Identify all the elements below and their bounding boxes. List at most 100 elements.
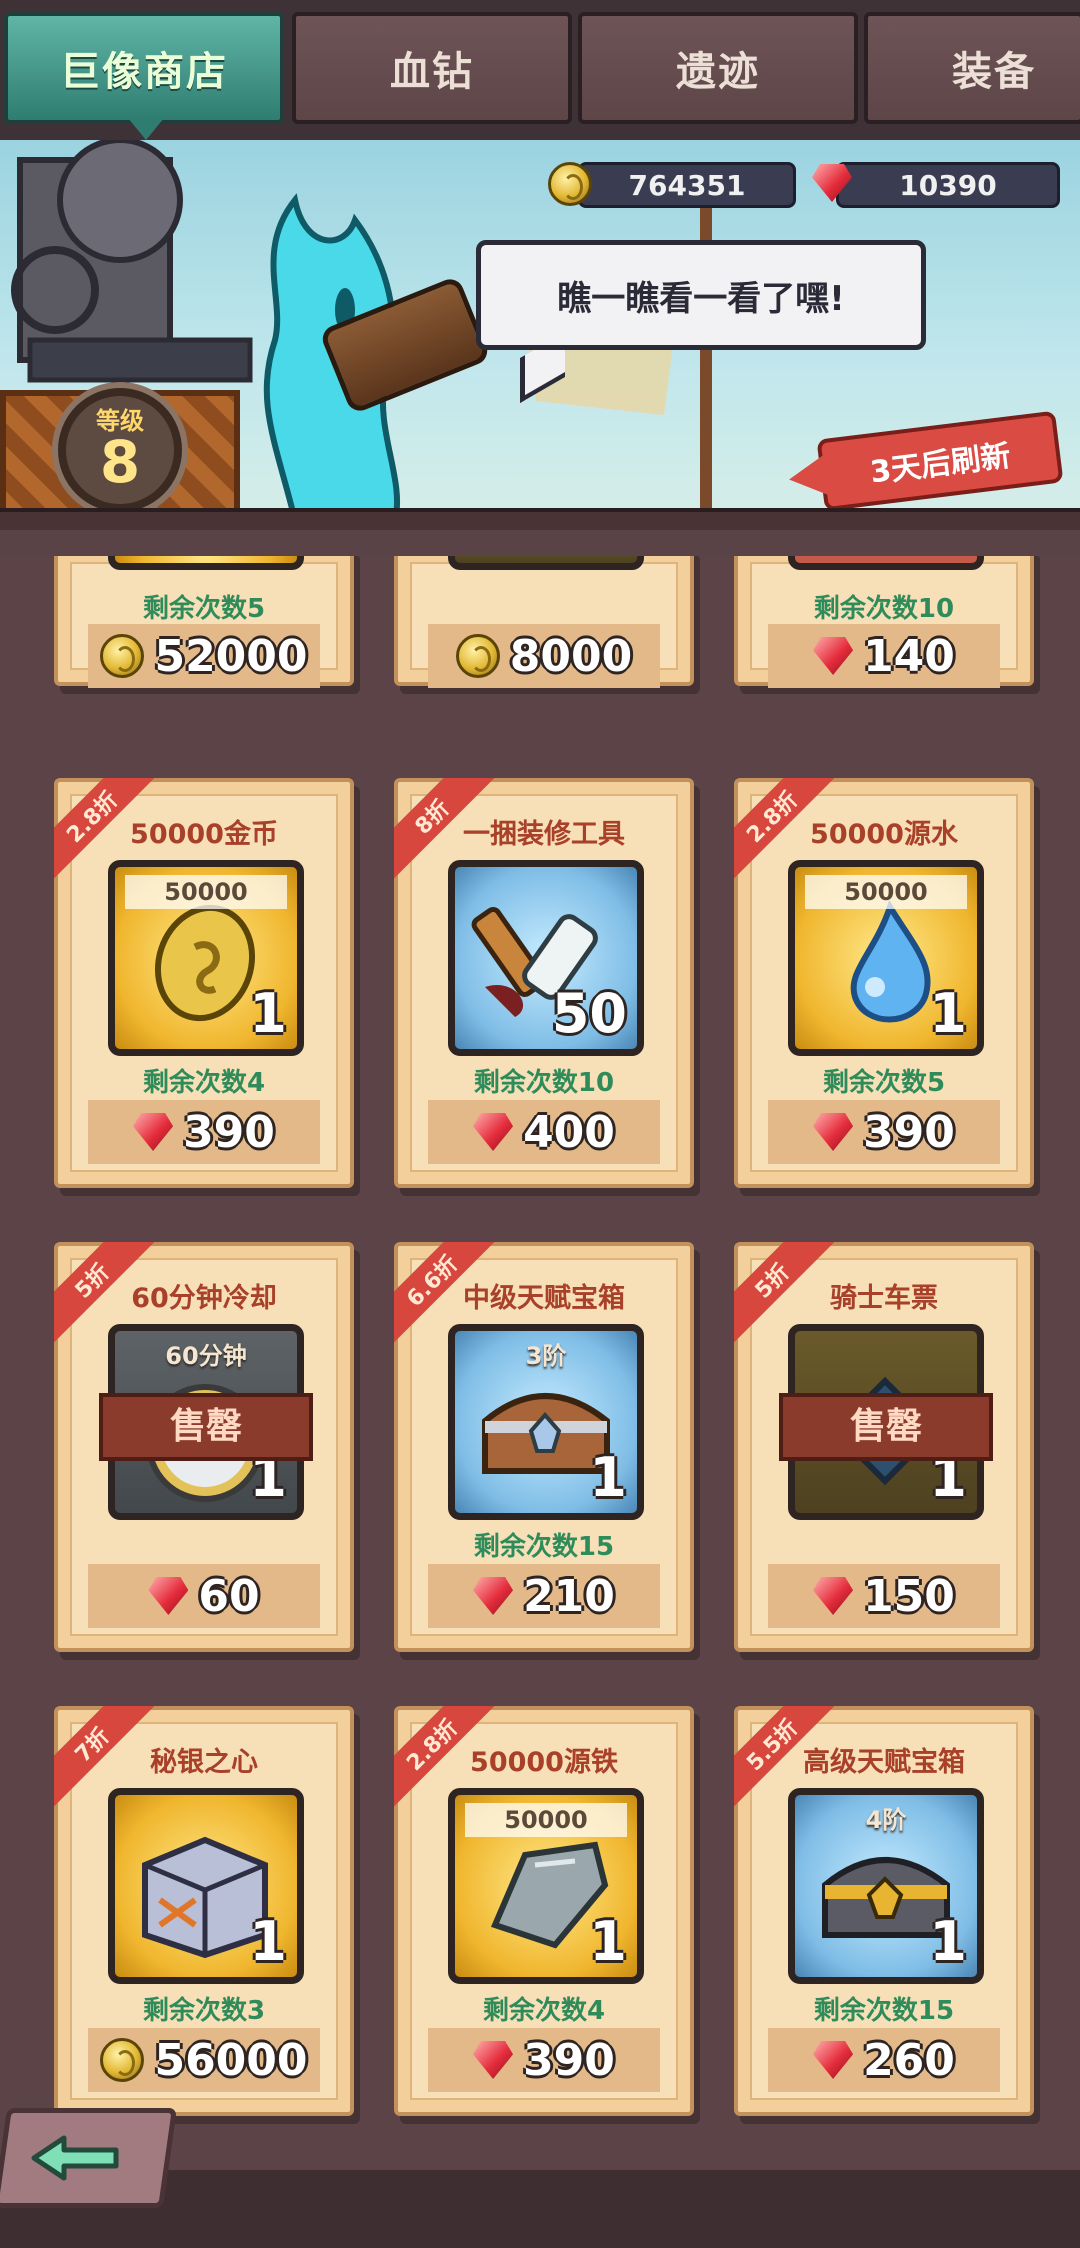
banner-divider bbox=[0, 508, 1080, 530]
tab-colossus-shop[interactable]: 巨像商店 bbox=[4, 12, 284, 124]
active-tab-pointer bbox=[128, 118, 164, 140]
item-title: 骑士车票 bbox=[830, 1283, 938, 1314]
level-badge: 等级 8 bbox=[58, 388, 182, 512]
merchant-speech-bubble: 瞧一瞧看一看了嘿! bbox=[476, 240, 926, 350]
red-gem-icon bbox=[473, 1577, 513, 1615]
item-quantity: 1 bbox=[589, 1910, 627, 1973]
tab-label: 血钻 bbox=[390, 49, 474, 95]
red-gem-icon bbox=[148, 1577, 188, 1615]
item-amount-label: 60分钟 bbox=[165, 1342, 247, 1370]
buy-price-button[interactable]: 210 bbox=[428, 1564, 660, 1628]
buy-price-button[interactable]: 60 bbox=[88, 1564, 320, 1628]
gold-coin-icon bbox=[100, 2038, 145, 2082]
remaining-count: 剩余次数10 bbox=[473, 1068, 615, 1098]
price-value: 210 bbox=[523, 1570, 615, 1622]
merchant-speech-text: 瞧一瞧看一看了嘿! bbox=[557, 278, 845, 319]
item-icon-box[interactable]: 1 bbox=[108, 1788, 304, 1984]
buy-price-button[interactable]: 52000 bbox=[88, 624, 320, 688]
price-value: 56000 bbox=[154, 2034, 308, 2086]
refresh-timer-text: 3天后刷新 bbox=[868, 438, 1013, 491]
red-gem-icon bbox=[812, 164, 852, 202]
buy-price-button[interactable]: 390 bbox=[88, 1100, 320, 1164]
remaining-count: 剩余次数5 bbox=[142, 594, 266, 624]
buy-price-button[interactable]: 390 bbox=[428, 2028, 660, 2092]
remaining-count: 剩余次数3 bbox=[142, 1996, 266, 2026]
shop-card[interactable]: 5.5折 高级天赋宝箱 4阶 1 剩余次数15 260 bbox=[734, 1706, 1034, 2116]
item-quantity: 1 bbox=[929, 982, 967, 1045]
price-value: 150 bbox=[863, 1570, 955, 1622]
red-gem-icon bbox=[813, 2041, 853, 2079]
item-amount-label: 4阶 bbox=[865, 1806, 907, 1834]
tab-relics[interactable]: 遗迹 bbox=[578, 12, 858, 124]
remaining-count: 剩余次数4 bbox=[142, 1068, 266, 1098]
item-title: 60分钟冷却 bbox=[131, 1283, 277, 1314]
item-icon-box[interactable]: 50000 1 bbox=[788, 860, 984, 1056]
item-icon-box[interactable]: 1 售罄 bbox=[779, 1324, 993, 1520]
shop-card[interactable]: 5折 骑士车票 1 售罄 150 bbox=[734, 1242, 1034, 1652]
remaining-count: 剩余次数4 bbox=[482, 1996, 606, 2026]
item-quantity: 50 bbox=[551, 982, 627, 1045]
shop-card[interactable]: 8折 一捆装修工具 50 剩余次数10 400 bbox=[394, 778, 694, 1188]
item-amount-label: 3阶 bbox=[525, 1342, 567, 1370]
shop-card[interactable]: 2.8折 50000金币 50000 1 剩余次数4 390 bbox=[54, 778, 354, 1188]
item-title: 一捆装修工具 bbox=[463, 819, 625, 850]
item-quantity: 1 bbox=[249, 1910, 287, 1973]
price-value: 400 bbox=[523, 1106, 615, 1158]
item-quantity: 1 bbox=[589, 1446, 627, 1509]
item-icon-box[interactable]: 4阶 1 bbox=[788, 1788, 984, 1984]
price-value: 52000 bbox=[154, 630, 308, 682]
back-button[interactable] bbox=[0, 2098, 220, 2218]
tab-equipment[interactable]: 装备 bbox=[864, 12, 1080, 124]
shop-tab-bar: 巨像商店 血钻 遗迹 装备 bbox=[0, 0, 1080, 140]
price-value: 390 bbox=[183, 1106, 275, 1158]
buy-price-button[interactable]: 400 bbox=[428, 1100, 660, 1164]
item-title: 50000源水 bbox=[810, 819, 958, 850]
shop-item-grid: 剩余次数5 52000 8000 剩余次数10 140 2.8折 50000金币 5… bbox=[0, 556, 1080, 2248]
level-value: 8 bbox=[99, 428, 141, 496]
price-value: 390 bbox=[863, 1106, 955, 1158]
buy-price-button[interactable]: 150 bbox=[768, 1564, 1000, 1628]
item-amount-label: 50000 bbox=[805, 875, 967, 909]
shop-card[interactable]: 剩余次数10 140 bbox=[734, 556, 1034, 688]
shop-card[interactable]: 7折 秘银之心 1 剩余次数3 56000 bbox=[54, 1706, 354, 2116]
item-icon-box[interactable]: 3阶 1 bbox=[448, 1324, 644, 1520]
price-value: 8000 bbox=[509, 630, 633, 682]
red-gem-icon bbox=[133, 1113, 173, 1151]
shop-card[interactable]: 6.6折 中级天赋宝箱 3阶 1 剩余次数15 210 bbox=[394, 1242, 694, 1652]
item-icon-box bbox=[108, 556, 304, 570]
shop-card[interactable]: 剩余次数5 52000 bbox=[54, 556, 354, 688]
item-icon-box[interactable]: 50000 1 bbox=[448, 1788, 644, 1984]
item-icon-box[interactable]: 60分钟 1 售罄 bbox=[99, 1324, 313, 1520]
shop-card[interactable]: 5折 60分钟冷却 60分钟 1 售罄 60 bbox=[54, 1242, 354, 1652]
tab-label: 遗迹 bbox=[676, 49, 760, 95]
price-value: 390 bbox=[523, 2034, 615, 2086]
item-quantity: 1 bbox=[929, 1910, 967, 1973]
gem-value: 10390 bbox=[899, 168, 997, 202]
buy-price-button[interactable]: 56000 bbox=[88, 2028, 320, 2092]
buy-price-button[interactable]: 140 bbox=[768, 624, 1000, 688]
buy-price-button[interactable]: 390 bbox=[768, 1100, 1000, 1164]
red-gem-icon bbox=[813, 1113, 853, 1151]
sold-out-banner: 售罄 bbox=[779, 1393, 993, 1461]
shop-banner: 764351 10390 瞧一瞧看一看了嘿! 等级 8 3天后刷新 bbox=[0, 140, 1080, 530]
item-title: 50000源铁 bbox=[470, 1747, 618, 1778]
shop-card[interactable]: 2.8折 50000源水 50000 1 剩余次数5 390 bbox=[734, 778, 1034, 1188]
shop-card[interactable]: 8000 bbox=[394, 556, 694, 688]
item-icon-box[interactable]: 50000 1 bbox=[108, 860, 304, 1056]
item-amount-label: 50000 bbox=[125, 875, 287, 909]
refresh-timer-tag: 3天后刷新 bbox=[816, 410, 1064, 512]
sold-out-banner: 售罄 bbox=[99, 1393, 313, 1461]
tab-label: 巨像商店 bbox=[60, 49, 228, 95]
gold-value: 764351 bbox=[628, 168, 746, 202]
gem-counter[interactable]: 10390 bbox=[836, 162, 1060, 208]
tab-blood-diamond[interactable]: 血钻 bbox=[292, 12, 572, 124]
buy-price-button[interactable]: 8000 bbox=[428, 624, 660, 688]
remaining-count: 剩余次数15 bbox=[813, 1996, 955, 2026]
shop-card[interactable]: 2.8折 50000源铁 50000 1 剩余次数4 390 bbox=[394, 1706, 694, 2116]
buy-price-button[interactable]: 260 bbox=[768, 2028, 1000, 2092]
item-title: 50000金币 bbox=[130, 819, 278, 850]
back-arrow-icon bbox=[31, 2135, 119, 2181]
gold-counter[interactable]: 764351 bbox=[578, 162, 796, 208]
item-amount-label: 50000 bbox=[465, 1803, 627, 1837]
item-icon-box[interactable]: 50 bbox=[448, 860, 644, 1056]
